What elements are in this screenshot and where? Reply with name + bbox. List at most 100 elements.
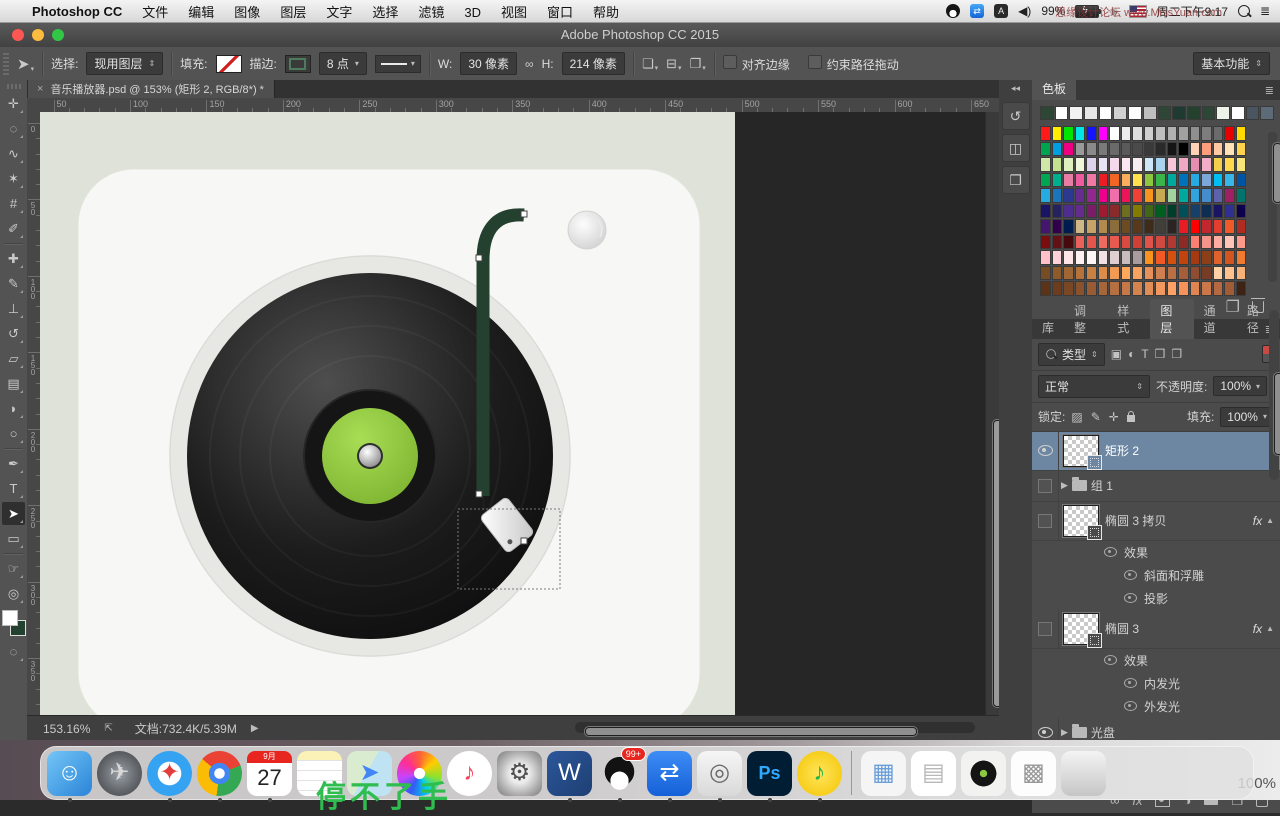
- input-language-flag-icon[interactable]: [1129, 5, 1147, 18]
- vertical-scrollbar[interactable]: [985, 112, 1000, 715]
- effect-visibility-icon[interactable]: [1124, 570, 1137, 580]
- swatch[interactable]: [1132, 266, 1143, 281]
- swatch[interactable]: [1236, 142, 1247, 157]
- recent-swatch[interactable]: [1084, 106, 1098, 120]
- swatch[interactable]: [1167, 250, 1178, 265]
- fill-dropdown[interactable]: 100%▾: [1220, 407, 1274, 427]
- link-dimensions-icon[interactable]: ∞: [525, 57, 534, 71]
- swatch[interactable]: [1236, 188, 1247, 203]
- swatch[interactable]: [1236, 173, 1247, 188]
- swatch[interactable]: [1098, 219, 1109, 234]
- swatch[interactable]: [1178, 157, 1189, 172]
- swatch[interactable]: [1190, 157, 1201, 172]
- swatch[interactable]: [1178, 204, 1189, 219]
- swatch[interactable]: [1144, 266, 1155, 281]
- swatch[interactable]: [1063, 219, 1074, 234]
- panel-tab-图层[interactable]: 图层: [1150, 299, 1193, 339]
- effects-header[interactable]: 效果: [1124, 652, 1148, 669]
- foreground-color-swatch[interactable]: [2, 610, 18, 626]
- teamviewer-status-icon[interactable]: ⇄: [970, 4, 984, 18]
- dock-trash[interactable]: [1061, 751, 1106, 796]
- swatch[interactable]: [1167, 266, 1178, 281]
- swatch[interactable]: [1190, 188, 1201, 203]
- swatch[interactable]: [1098, 266, 1109, 281]
- swatch[interactable]: [1178, 266, 1189, 281]
- filter-adjustment-layers-icon[interactable]: ◐: [1128, 347, 1135, 361]
- eraser-tool[interactable]: ▱: [2, 347, 25, 370]
- swatch[interactable]: [1109, 281, 1120, 296]
- effect-visibility-icon[interactable]: [1124, 593, 1137, 603]
- swatch[interactable]: [1144, 126, 1155, 141]
- swatch[interactable]: [1098, 204, 1109, 219]
- swatch[interactable]: [1121, 250, 1132, 265]
- swatch[interactable]: [1086, 188, 1097, 203]
- menu-item-图像[interactable]: 图像: [234, 5, 260, 20]
- notification-center-icon[interactable]: ≣: [1260, 4, 1270, 18]
- swatch[interactable]: [1052, 266, 1063, 281]
- swatch[interactable]: [1098, 157, 1109, 172]
- swatch[interactable]: [1190, 250, 1201, 265]
- layer-thumbnail[interactable]: [1063, 505, 1099, 537]
- swatch[interactable]: [1132, 219, 1143, 234]
- workspace-dropdown[interactable]: 基本功能⇕: [1193, 52, 1270, 75]
- path-alignment-button[interactable]: ⊟▾: [666, 56, 681, 72]
- visibility-checkbox[interactable]: [1038, 479, 1052, 493]
- swatch[interactable]: [1098, 235, 1109, 250]
- swatch[interactable]: [1155, 157, 1166, 172]
- swatch[interactable]: [1201, 219, 1212, 234]
- swatch[interactable]: [1075, 235, 1086, 250]
- dock-launchpad[interactable]: ✈: [97, 751, 142, 796]
- panel-tab-通道[interactable]: 通道: [1194, 299, 1237, 339]
- effect-item[interactable]: 外发光: [1144, 698, 1180, 715]
- dock-settings[interactable]: ⚙: [497, 751, 542, 796]
- layer-矩形 2[interactable]: 矩形 2: [1032, 432, 1280, 471]
- menu-item-视图[interactable]: 视图: [501, 5, 527, 20]
- creative-cloud-icon[interactable]: A: [994, 4, 1008, 18]
- visibility-eye-icon[interactable]: [1038, 727, 1053, 738]
- swatch[interactable]: [1052, 126, 1063, 141]
- fx-badge[interactable]: fx ▲: [1253, 514, 1280, 528]
- select-mode-dropdown[interactable]: 现用图层⇕: [86, 52, 163, 75]
- swatch[interactable]: [1132, 235, 1143, 250]
- filter-shape-layers-icon[interactable]: ❒: [1155, 347, 1166, 361]
- swatch[interactable]: [1236, 126, 1247, 141]
- pen-tool[interactable]: ✒: [2, 452, 25, 475]
- swatch[interactable]: [1040, 235, 1051, 250]
- swatch[interactable]: [1109, 173, 1120, 188]
- swatch[interactable]: [1201, 142, 1212, 157]
- swatch[interactable]: [1132, 142, 1143, 157]
- dock-itunes[interactable]: ♪: [447, 751, 492, 796]
- layer-椭圆 3 拷贝[interactable]: 椭圆 3 拷贝fx ▲: [1032, 502, 1280, 541]
- dock-stack-icons-window[interactable]: ▩: [1011, 751, 1056, 796]
- swatch[interactable]: [1132, 204, 1143, 219]
- recent-swatch[interactable]: [1055, 106, 1069, 120]
- swatch[interactable]: [1155, 219, 1166, 234]
- swatch[interactable]: [1213, 188, 1224, 203]
- swatch[interactable]: [1109, 188, 1120, 203]
- swatch[interactable]: [1063, 142, 1074, 157]
- dock-stack-app-window[interactable]: ▦: [861, 751, 906, 796]
- swatch[interactable]: [1121, 281, 1132, 296]
- swatch[interactable]: [1190, 281, 1201, 296]
- swatch[interactable]: [1063, 157, 1074, 172]
- swatches-scrollbar-thumb[interactable]: [1273, 143, 1280, 203]
- swatch[interactable]: [1190, 266, 1201, 281]
- filter-type-layers-icon[interactable]: T: [1141, 347, 1148, 361]
- swatch[interactable]: [1075, 281, 1086, 296]
- recent-swatch[interactable]: [1040, 106, 1054, 120]
- swatches-panel-menu-icon[interactable]: ≣: [1265, 84, 1274, 97]
- eyedropper-tool[interactable]: ✐: [2, 217, 25, 240]
- layer-name[interactable]: 光盘: [1091, 724, 1115, 741]
- recent-swatch[interactable]: [1143, 106, 1157, 120]
- swatch[interactable]: [1190, 173, 1201, 188]
- swatch[interactable]: [1052, 188, 1063, 203]
- effect-item[interactable]: 投影: [1144, 590, 1168, 607]
- collapse-panels-icon[interactable]: ◂◂: [1011, 83, 1020, 94]
- gradient-tool[interactable]: ▤: [2, 372, 25, 395]
- menu-item-窗口[interactable]: 窗口: [547, 5, 573, 20]
- swatch[interactable]: [1075, 126, 1086, 141]
- swatch[interactable]: [1201, 173, 1212, 188]
- layer-内发光[interactable]: 内发光: [1032, 672, 1280, 695]
- layer-name[interactable]: 矩形 2: [1105, 442, 1139, 459]
- swatch[interactable]: [1201, 281, 1212, 296]
